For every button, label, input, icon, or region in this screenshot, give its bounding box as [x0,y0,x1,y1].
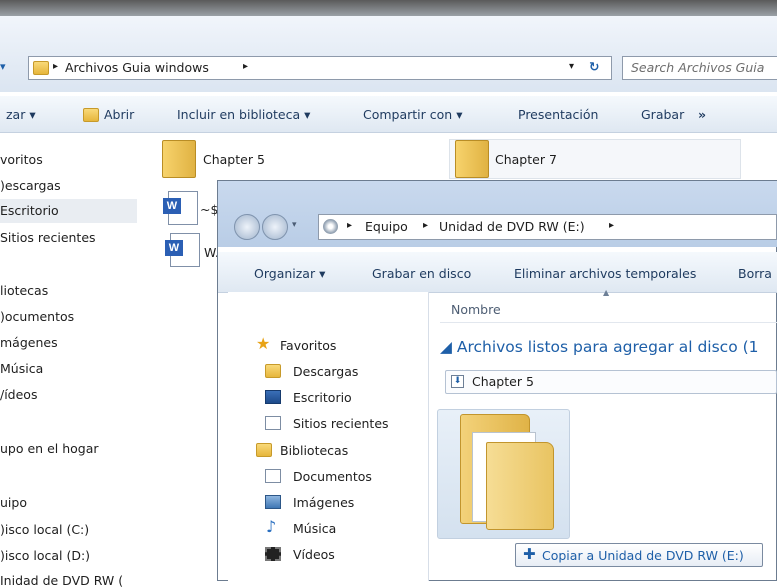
organize-button[interactable]: zar ▾ [6,107,36,122]
back-address-bar[interactable]: ▸ Archivos Guia windows ▸ ▾ ↻ [28,56,612,80]
file-item-label: Chapter 5 [472,374,534,389]
nav-documents[interactable]: Documentos [293,469,372,484]
slideshow-button[interactable]: Presentación [518,107,598,122]
nav-item-images[interactable]: mágenes [0,335,58,350]
organize-button[interactable]: Organizar ▾ [254,266,325,281]
nav-music[interactable]: Música [293,521,336,536]
breadcrumb-sep: ▸ [347,220,353,231]
back-nav-pane: voritos )escargas Escritorio Sitios reci… [0,133,137,588]
nav-videos[interactable]: Vídeos [293,547,335,562]
more-button[interactable]: » [698,107,706,122]
large-folder-icon [456,414,556,530]
address-dropdown-icon[interactable]: ▾ [569,61,574,72]
back-window-titlebar [0,0,777,16]
back-nav-arrows[interactable]: ▾ [0,60,22,76]
drag-tooltip: ✚ Copiar a Unidad de DVD RW (E:) [515,543,763,567]
pending-folder-icon: ⬇ [451,375,464,388]
breadcrumb-sep: ▸ [609,220,615,231]
include-library-button[interactable]: Incluir en biblioteca ▾ [177,107,310,122]
group-header[interactable]: ◢ Archivos listos para agregar al disco … [440,338,759,356]
nav-images[interactable]: Imágenes [293,495,354,510]
column-header-name[interactable]: Nombre [451,302,501,317]
history-dropdown-icon[interactable]: ▾ [292,220,297,230]
nav-item-favorites[interactable]: voritos [0,152,43,167]
word-document-icon: W [165,233,200,267]
open-button[interactable]: Abrir [104,107,134,122]
file-temp-doc[interactable]: ~$ [200,202,218,217]
desktop-icon [265,390,281,404]
nav-item-computer[interactable]: uipo [0,495,27,510]
breadcrumb-sep: ▸ [243,61,249,72]
file-chapter-7-tile[interactable] [449,139,741,179]
refresh-icon[interactable]: ↻ [589,59,599,74]
folder-icon [33,61,49,75]
file-chapter-7[interactable]: Chapter 7 [495,152,557,167]
downloads-icon [265,364,281,378]
nav-item-recent[interactable]: Sitios recientes [0,230,96,245]
folder-icon [162,140,196,178]
breadcrumb-folder[interactable]: Archivos Guia windows [65,60,209,75]
nav-libraries[interactable]: Bibliotecas [280,443,348,458]
nav-downloads[interactable]: Descargas [293,364,358,379]
breadcrumb-sep: ▸ [423,220,429,231]
nav-item-disk-d[interactable]: )isco local (D:) [0,548,90,563]
breadcrumb-computer[interactable]: Equipo [365,219,408,234]
images-icon [265,495,281,509]
plus-icon: ✚ [523,545,536,563]
forward-button[interactable] [262,214,288,240]
nav-item-libraries[interactable]: liotecas [0,283,48,298]
delete-temp-files-button[interactable]: Eliminar archivos temporales [514,266,696,281]
folder-icon [455,140,489,178]
file-chapter-5[interactable]: Chapter 5 [203,152,265,167]
burn-to-disc-button[interactable]: Grabar en disco [372,266,471,281]
back-window-chrome [0,16,777,92]
recent-places-icon [265,416,281,430]
nav-item-desktop[interactable]: Escritorio [0,203,59,218]
sort-arrow-icon: ▲ [603,288,610,297]
file-item-chapter-5[interactable]: ⬇ Chapter 5 [445,370,777,394]
documents-icon [265,469,281,483]
nav-recent[interactable]: Sitios recientes [293,416,389,431]
disc-icon [323,219,338,234]
drag-preview [437,409,570,539]
erase-button[interactable]: Borra [738,266,772,281]
libraries-icon [256,443,272,457]
breadcrumb-dvd[interactable]: Unidad de DVD RW (E:) [439,219,585,234]
open-icon [83,108,99,122]
nav-item-downloads[interactable]: )escargas [0,178,61,193]
nav-desktop[interactable]: Escritorio [293,390,352,405]
drag-tooltip-label: Copiar a Unidad de DVD RW (E:) [542,548,744,563]
nav-item-disk-c[interactable]: )isco local (C:) [0,522,89,537]
share-button[interactable]: Compartir con ▾ [363,107,462,122]
word-document-icon: W [163,191,198,225]
burn-button[interactable]: Grabar [641,107,684,122]
videos-icon [265,547,281,561]
search-input[interactable]: Search Archivos Guia [622,56,777,80]
nav-item-homegroup[interactable]: upo en el hogar [0,441,99,456]
music-icon: ♪ [266,517,277,536]
nav-item-documents[interactable]: )ocumentos [0,309,74,324]
nav-item-videos[interactable]: /ídeos [0,387,37,402]
column-header-divider [440,322,777,323]
nav-favorites[interactable]: Favoritos [280,338,336,353]
front-address-bar[interactable]: ▸ Equipo ▸ Unidad de DVD RW (E:) ▸ [318,214,777,240]
back-button[interactable] [234,214,260,240]
breadcrumb-sep: ▸ [53,61,59,72]
star-icon: ★ [256,334,271,353]
nav-item-music[interactable]: Música [0,361,43,376]
